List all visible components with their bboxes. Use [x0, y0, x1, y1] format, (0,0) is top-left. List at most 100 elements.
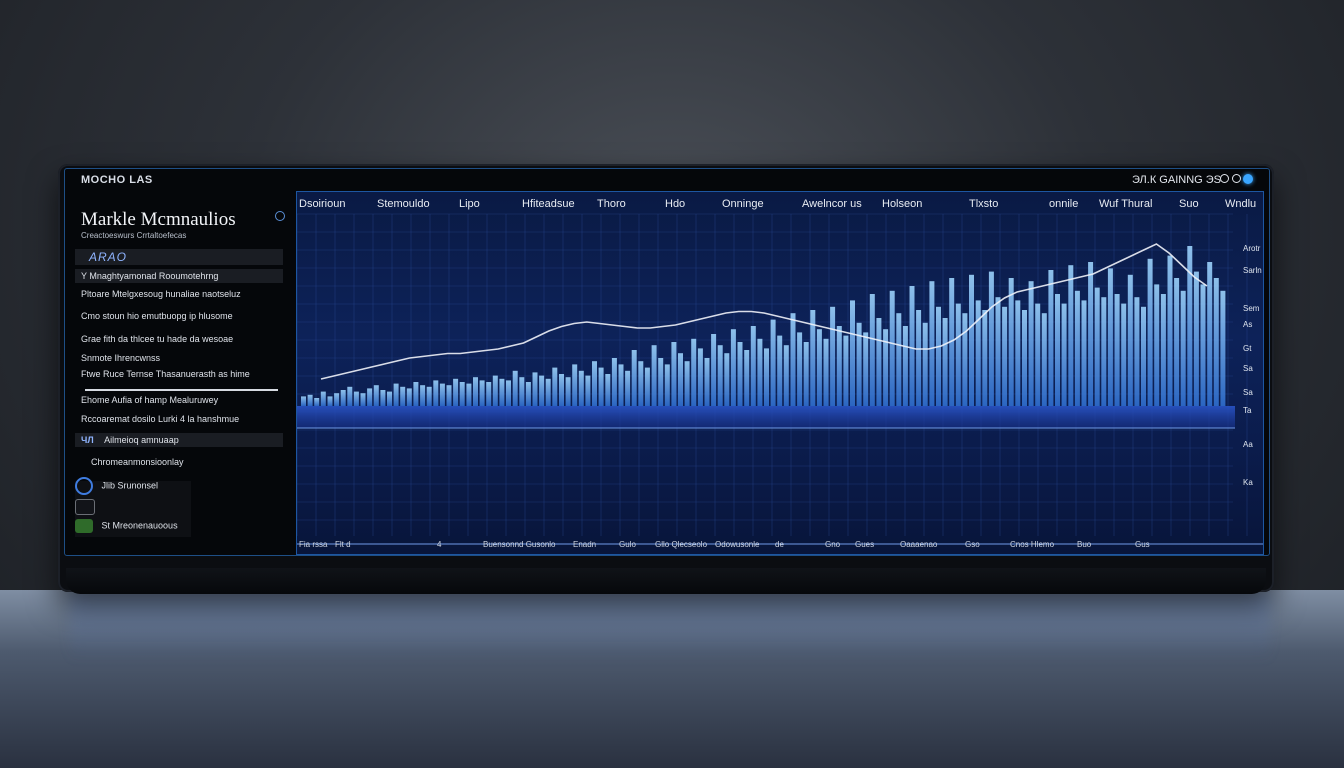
- chart-bar: [1220, 290, 1226, 406]
- sidebar-item-3[interactable]: Grae fith da thlcee tu hade da wesoae: [81, 334, 233, 344]
- chart-bar: [697, 348, 703, 406]
- sidebar-item-4[interactable]: Snmote Ihrencwnss: [81, 353, 160, 363]
- chart-bar: [671, 342, 677, 406]
- sidebar-divider: [85, 389, 278, 391]
- chart-bar: [506, 380, 511, 406]
- x-tick-label: Enadn: [573, 540, 597, 549]
- chart-bar: [869, 294, 875, 406]
- chart-bar: [790, 313, 796, 406]
- chart-bar: [975, 300, 981, 406]
- chart-bar: [631, 350, 637, 406]
- chart-bar: [367, 388, 373, 406]
- y-tick-label: Ta: [1243, 406, 1252, 415]
- sidebar-search-bar[interactable]: ARAO: [75, 249, 283, 265]
- record-icon[interactable]: [1220, 174, 1229, 183]
- chart-bar: [598, 367, 604, 406]
- chart-bar: [320, 391, 326, 406]
- sidebar-item-2[interactable]: Cmo stoun hio emutbuopg ip hlusome: [81, 311, 233, 321]
- chart-bar: [896, 313, 902, 406]
- chart-bar: [750, 326, 756, 406]
- sidebar-item-7[interactable]: Rccoaremat dosilo Lurki 4 la hanshmue: [81, 414, 239, 424]
- baseline-band: [297, 406, 1235, 428]
- chart-bar: [764, 348, 769, 406]
- column-header-1[interactable]: Stemouldo: [377, 198, 430, 210]
- chart-bar: [704, 358, 710, 406]
- chart-bar: [664, 364, 670, 406]
- column-header-4[interactable]: Thoro: [597, 198, 626, 210]
- sidebar-title: Markle Mcmnaulios: [81, 209, 236, 230]
- column-header-12[interactable]: Suo: [1179, 198, 1199, 210]
- chart-bar: [592, 361, 597, 406]
- y-tick-label: Arotr: [1243, 244, 1261, 253]
- status-text: ЭЛ.К GAINNG ЭS: [1132, 174, 1221, 186]
- sidebar-item-12-label: St Mreonenauoous: [101, 520, 178, 531]
- chart-bar: [439, 383, 445, 406]
- chart-bar: [486, 382, 492, 406]
- chart-bar: [301, 396, 306, 406]
- chart-bar: [353, 391, 359, 406]
- chart-bar: [360, 393, 366, 406]
- chart-bar: [1101, 297, 1107, 406]
- sidebar-options-icon[interactable]: [275, 211, 285, 221]
- settings-icon[interactable]: [1232, 174, 1241, 183]
- chart-bar: [473, 377, 478, 406]
- chart-bar: [770, 319, 776, 406]
- sidebar-item-5[interactable]: Ftwe Ruce Ternse Thasanuerasth as hime: [81, 369, 250, 379]
- chart-bar: [307, 394, 313, 406]
- x-tick-label: Gulo: [619, 540, 636, 549]
- title-bar: MOCHO LAS ЭЛ.К GAINNG ЭS: [65, 169, 1269, 191]
- chart-bar: [433, 380, 439, 406]
- sidebar-item-12[interactable]: St Mreonenauoous: [75, 519, 178, 533]
- chart-bar: [969, 274, 974, 406]
- chart-bar: [982, 310, 988, 406]
- chart-bar: [744, 350, 750, 406]
- column-header-9[interactable]: Tlxsto: [969, 198, 998, 210]
- column-header-10[interactable]: onnile: [1049, 198, 1078, 210]
- column-header-7[interactable]: Awelncor us: [802, 198, 862, 210]
- column-header-11[interactable]: Wuf Thural: [1099, 198, 1152, 210]
- chart-bar: [1074, 290, 1080, 406]
- chart-bar: [651, 345, 657, 406]
- column-header-0[interactable]: Dsoirioun: [299, 198, 345, 210]
- chart-bar: [988, 271, 994, 406]
- chart-bar: [446, 385, 452, 406]
- chart-bar: [843, 335, 849, 406]
- chart-bar: [684, 361, 690, 406]
- market-chart[interactable]: [297, 192, 1263, 554]
- chart-bar: [717, 345, 723, 406]
- chart-bar: [678, 353, 683, 406]
- column-header-8[interactable]: Holseon: [882, 198, 922, 210]
- app-title: MOCHO LAS: [81, 174, 153, 186]
- chart-bar: [1174, 278, 1180, 406]
- sidebar-subtitle: Creactoeswurs Crrtaltoefecas: [81, 231, 187, 240]
- column-header-3[interactable]: Hfiteadsue: [522, 198, 575, 210]
- x-tick-label: Fia rssa: [299, 540, 328, 549]
- sidebar-item-0[interactable]: Y Mnaghtyamonad Rooumotehrng: [75, 269, 283, 283]
- column-header-5[interactable]: Hdo: [665, 198, 685, 210]
- chart-bar: [406, 388, 412, 406]
- chart-bar: [1081, 300, 1087, 406]
- column-header-6[interactable]: Onninge: [722, 198, 764, 210]
- chart-bar: [426, 386, 432, 406]
- sidebar-item-11[interactable]: [75, 499, 101, 515]
- y-tick-label: As: [1243, 320, 1253, 329]
- sidebar-item-9[interactable]: Chromeanmonsioonlay: [91, 457, 184, 467]
- chart-bar: [962, 313, 968, 406]
- chart-bar: [552, 367, 558, 406]
- y-tick-label: Sarln: [1243, 266, 1262, 275]
- column-header-2[interactable]: Lipo: [459, 198, 480, 210]
- chart-bar: [995, 297, 1001, 406]
- sidebar-item-8-icon: ЧЛ: [81, 435, 94, 445]
- chart-bar: [1200, 284, 1206, 406]
- column-header-13[interactable]: Wndlu: [1225, 198, 1256, 210]
- chart-bar: [420, 385, 426, 406]
- x-tick-label: Odowusonle: [715, 540, 760, 549]
- chart-bar: [711, 334, 717, 406]
- chart-bar: [902, 326, 908, 406]
- screen-reflection: [70, 592, 1270, 662]
- sidebar-item-10[interactable]: Jlib Srunonsel: [75, 477, 158, 495]
- sidebar-item-6[interactable]: Ehome Aufia of hamp Mealuruwey: [81, 395, 218, 405]
- sidebar-item-8[interactable]: ЧЛ Ailmeioq amnuaap: [75, 433, 283, 447]
- sidebar-item-1[interactable]: Pltoare Mtelgxesoug hunaliae naotseluz: [81, 289, 241, 299]
- chart-bar: [724, 353, 730, 406]
